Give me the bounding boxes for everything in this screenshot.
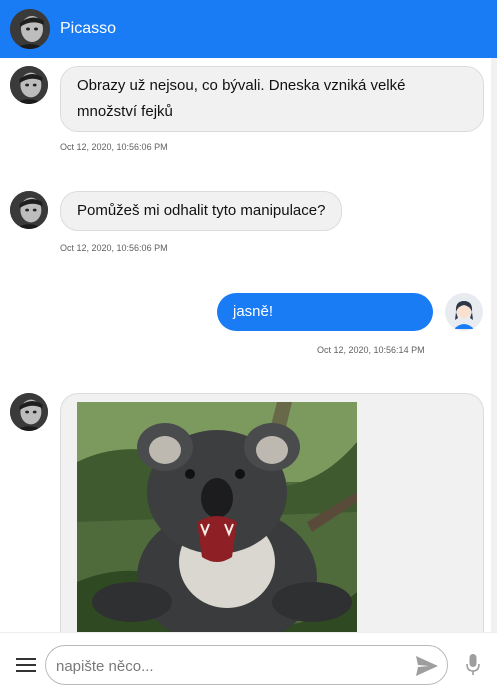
picasso-avatar — [10, 393, 48, 431]
message-timestamp: Oct 12, 2020, 10:56:06 PM — [60, 142, 168, 152]
picasso-avatar — [10, 9, 50, 49]
message-row-2: Pomůžeš mi odhalit tyto manipulace? — [10, 191, 343, 231]
send-icon[interactable] — [415, 655, 439, 677]
message-timestamp: Oct 12, 2020, 10:56:14 PM — [317, 345, 425, 355]
composer-bar — [0, 632, 497, 691]
user-message-bubble: jasně! — [217, 293, 433, 331]
user-avatar-icon — [445, 293, 483, 331]
message-timestamp: Oct 12, 2020, 10:56:06 PM — [60, 243, 168, 253]
message-input-wrapper — [45, 645, 448, 685]
hamburger-menu-icon[interactable] — [16, 658, 36, 672]
koala-photo[interactable] — [77, 402, 357, 632]
scrollbar[interactable] — [491, 58, 497, 632]
picasso-avatar — [10, 66, 48, 104]
message-bubble: Pomůžeš mi odhalit tyto manipulace? — [60, 191, 343, 231]
chat-title: Picasso — [60, 20, 117, 37]
message-bubble: Obrazy už nejsou, co bývali. Dneska vzni… — [60, 66, 484, 132]
image-message-bubble — [60, 393, 484, 632]
message-row-1: Obrazy už nejsou, co bývali. Dneska vzni… — [10, 66, 484, 132]
picasso-avatar — [10, 191, 48, 229]
chat-header: Picasso — [0, 0, 497, 58]
microphone-icon[interactable] — [466, 654, 480, 676]
message-input[interactable] — [56, 654, 406, 678]
